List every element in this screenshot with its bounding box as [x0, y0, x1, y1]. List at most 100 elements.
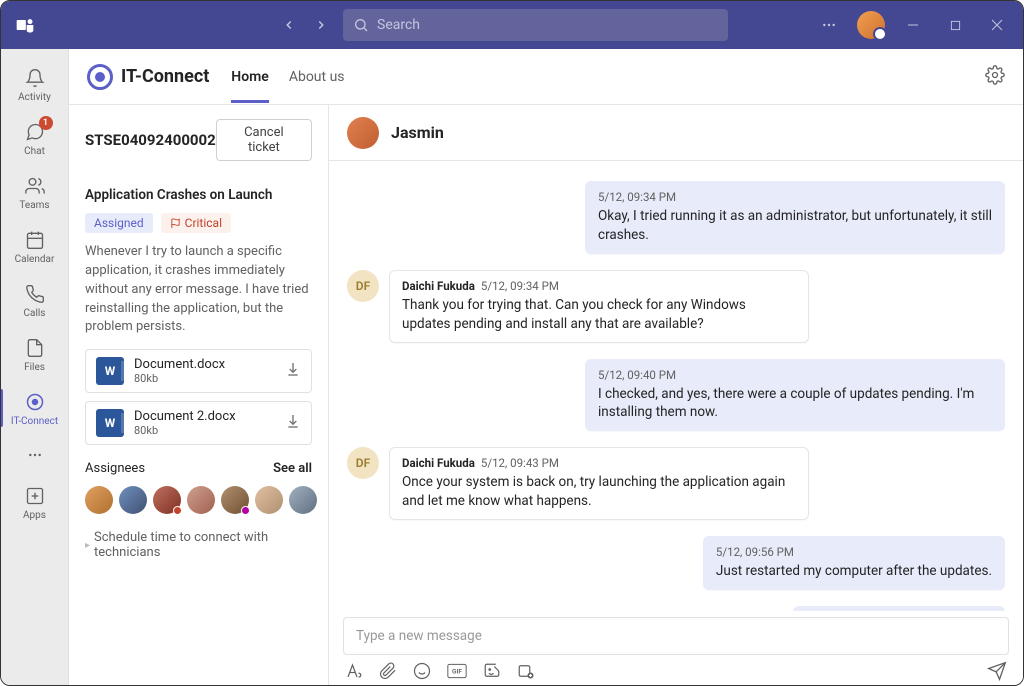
message-text: Thank you for trying that. Can you check…: [402, 296, 796, 334]
assignees-row: [85, 486, 312, 514]
chat-header: Jasmin: [329, 105, 1023, 161]
chat-icon: 1: [23, 120, 47, 144]
apps-icon: [23, 484, 47, 508]
app-logo: IT-Connect: [87, 64, 209, 90]
chat-messages[interactable]: 5/12, 09:34 PM Okay, I tried running it a…: [329, 161, 1023, 611]
assignee-avatar[interactable]: [187, 486, 215, 514]
message-text: Once your system is back on, try launchi…: [402, 473, 796, 511]
message-text: Just restarted my computer after the upd…: [716, 562, 992, 581]
message-composer: Type a new message GIF: [329, 611, 1023, 686]
calendar-icon: [23, 228, 47, 252]
format-icon[interactable]: [345, 662, 363, 680]
attach-icon[interactable]: [379, 662, 397, 680]
message-sender: Daichi Fukuda: [402, 279, 475, 293]
assignee-avatar[interactable]: [153, 486, 181, 514]
history-nav: [275, 11, 335, 39]
sidebar-label: Files: [24, 362, 45, 373]
teams-icon: [13, 13, 37, 37]
attachment-item[interactable]: W Document 2.docx 80kb: [85, 401, 312, 445]
sidebar-item-calendar[interactable]: Calendar: [1, 219, 68, 273]
assignee-avatar[interactable]: [221, 486, 249, 514]
back-button[interactable]: [275, 11, 303, 39]
message-time: 5/12, 09:43 PM: [481, 456, 559, 470]
word-doc-icon: W: [96, 409, 124, 437]
chat-title: Jasmin: [391, 123, 444, 142]
chat-message-me: 5/12, 09:40 PM I checked, and yes, there …: [347, 359, 1005, 432]
more-button[interactable]: [815, 11, 843, 39]
ticket-panel: STSE04092400002 Cancel ticket Applicatio…: [69, 105, 329, 686]
minimize-button[interactable]: [899, 11, 927, 39]
chat-avatar: [347, 117, 379, 149]
tab-about[interactable]: About us: [289, 51, 345, 103]
message-time: 5/12, 09:34 PM: [481, 279, 559, 293]
user-avatar[interactable]: [857, 11, 885, 39]
download-icon[interactable]: [285, 413, 301, 433]
chat-message-me: 5/12, 09:56 PM Just restarted my computer…: [347, 536, 1005, 590]
emoji-icon[interactable]: [413, 662, 431, 680]
sidebar-item-teams[interactable]: Teams: [1, 165, 68, 219]
sidebar-label: Teams: [19, 200, 49, 211]
svg-text:GIF: GIF: [452, 668, 462, 676]
message-sender: Daichi Fukuda: [402, 456, 475, 470]
ticket-id: STSE04092400002: [85, 131, 216, 149]
sidebar-item-activity[interactable]: Activity: [1, 57, 68, 111]
sidebar-item-itconnect[interactable]: IT-Connect: [1, 381, 68, 435]
chat-message-other: DF Daichi Fukuda 5/12, 09:43 PM Once your …: [347, 447, 1005, 520]
search-box[interactable]: [343, 9, 728, 41]
search-input[interactable]: [377, 17, 718, 33]
tab-home[interactable]: Home: [231, 51, 269, 103]
teams-window: Activity 1 Chat Teams Calendar Calls Fil…: [0, 0, 1024, 686]
search-icon: [353, 17, 369, 33]
sidebar-label: Apps: [23, 510, 46, 521]
sidebar-item-files[interactable]: Files: [1, 327, 68, 381]
sidebar-item-calls[interactable]: Calls: [1, 273, 68, 327]
file-icon: [23, 336, 47, 360]
download-icon[interactable]: [285, 361, 301, 381]
sidebar-more[interactable]: [1, 435, 68, 475]
sidebar-item-apps[interactable]: Apps: [1, 475, 68, 529]
send-button[interactable]: [987, 661, 1007, 681]
sidebar-item-chat[interactable]: 1 Chat: [1, 111, 68, 165]
message-time: 5/12, 09:34 PM: [598, 190, 992, 204]
see-all-link[interactable]: See all: [273, 461, 312, 476]
sidebar-label: IT-Connect: [11, 416, 58, 427]
attachment-item[interactable]: W Document.docx 80kb: [85, 349, 312, 393]
ticket-title: Application Crashes on Launch: [85, 187, 312, 203]
message-text: I checked, and yes, there were a couple …: [598, 385, 992, 423]
maximize-button[interactable]: [941, 11, 969, 39]
more-compose-icon[interactable]: [517, 662, 535, 680]
chat-panel: Jasmin 5/12, 09:34 PM Okay, I tried runni…: [329, 105, 1023, 686]
schedule-link[interactable]: Schedule time to connect with technician…: [85, 530, 312, 560]
message-time: 5/12, 09:56 PM: [716, 545, 992, 559]
ticket-description: Whenever I try to launch a specific appl…: [85, 243, 312, 337]
forward-button[interactable]: [307, 11, 335, 39]
tag-assigned: Assigned: [85, 213, 153, 233]
message-text: Okay, I tried running it as an administr…: [598, 207, 992, 245]
assignee-avatar[interactable]: [119, 486, 147, 514]
sender-avatar: DF: [347, 447, 379, 479]
assignee-avatar[interactable]: [255, 486, 283, 514]
itconnect-icon: [23, 390, 47, 414]
settings-button[interactable]: [985, 65, 1005, 89]
chat-badge: 1: [39, 116, 53, 130]
attachment-size: 80kb: [134, 424, 275, 437]
sender-avatar: DF: [347, 270, 379, 302]
cancel-ticket-button[interactable]: Cancel ticket: [216, 119, 312, 161]
teams-nav-icon: [23, 174, 47, 198]
app-header: IT-Connect Home About us: [69, 49, 1023, 105]
chat-message-me: 5/12, 09:34 PM Okay, I tried running it a…: [347, 181, 1005, 254]
sticker-icon[interactable]: [483, 662, 501, 680]
phone-icon: [23, 282, 47, 306]
assignee-avatar[interactable]: [85, 486, 113, 514]
app-sidebar: Activity 1 Chat Teams Calendar Calls Fil…: [1, 49, 69, 686]
message-time: 5/12, 09:40 PM: [598, 368, 992, 382]
composer-input[interactable]: Type a new message: [343, 617, 1009, 655]
assignee-avatar[interactable]: [289, 486, 317, 514]
close-button[interactable]: [983, 11, 1011, 39]
main-area: IT-Connect Home About us STSE04092400002…: [69, 49, 1023, 686]
chat-message-other: DF Daichi Fukuda 5/12, 09:34 PM Thank you …: [347, 270, 1005, 343]
attachment-name: Document.docx: [134, 357, 275, 372]
gif-icon[interactable]: GIF: [447, 662, 467, 680]
bell-icon: [23, 66, 47, 90]
sidebar-label: Activity: [18, 92, 51, 103]
